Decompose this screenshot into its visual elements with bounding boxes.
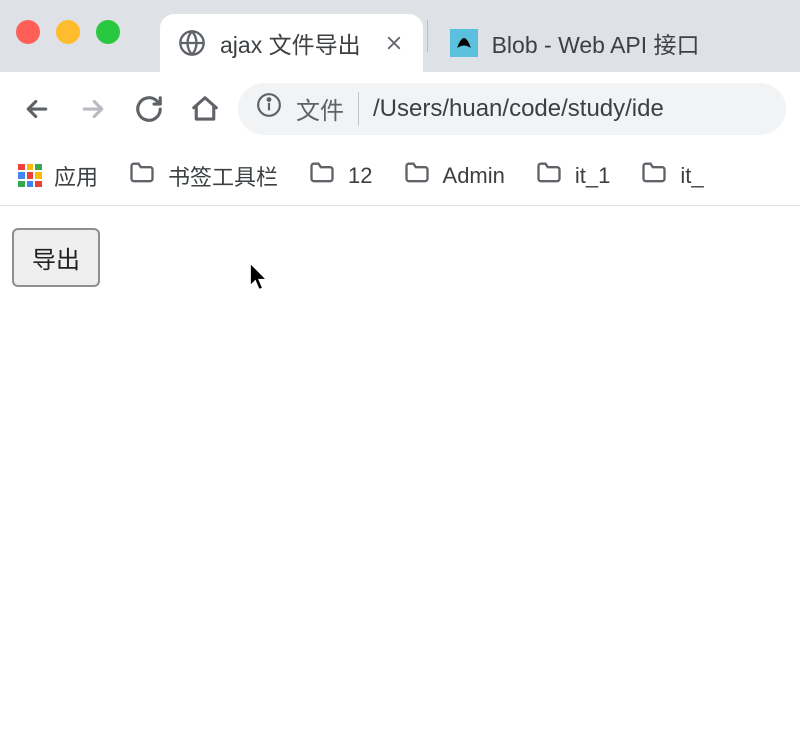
bookmark-label: it_ <box>680 163 703 189</box>
bookmark-folder[interactable]: it_ <box>640 159 703 193</box>
forward-button[interactable] <box>70 86 116 132</box>
page-content: 导出 <box>0 206 800 748</box>
tab-separator <box>427 20 428 52</box>
close-window-button[interactable] <box>16 20 40 44</box>
bookmark-label: it_1 <box>575 163 610 189</box>
reload-button[interactable] <box>126 86 172 132</box>
bookmark-folder[interactable]: Admin <box>403 159 505 193</box>
cursor-icon <box>248 262 270 297</box>
address-divider <box>358 92 359 126</box>
maximize-window-button[interactable] <box>96 20 120 44</box>
bookmark-folder[interactable]: 12 <box>308 159 372 193</box>
toolbar: 文件 /Users/huan/code/study/ide <box>0 72 800 146</box>
tab-active[interactable]: ajax 文件导出 <box>160 14 423 72</box>
tab-title: ajax 文件导出 <box>220 26 361 60</box>
apps-label: 应用 <box>54 160 98 192</box>
back-button[interactable] <box>14 86 60 132</box>
folder-icon <box>640 159 668 193</box>
folder-icon <box>308 159 336 193</box>
globe-icon <box>178 29 206 57</box>
bookmarks-bar: 应用 书签工具栏 12 Admin it_1 it_ <box>0 146 800 206</box>
bookmark-label: 书签工具栏 <box>168 160 278 192</box>
minimize-window-button[interactable] <box>56 20 80 44</box>
address-bar[interactable]: 文件 /Users/huan/code/study/ide <box>238 83 786 135</box>
folder-icon <box>128 159 156 193</box>
tab-background[interactable]: Blob - Web API 接口 <box>432 14 718 72</box>
info-icon[interactable] <box>256 92 282 125</box>
bookmark-folder[interactable]: it_1 <box>535 159 610 193</box>
export-button[interactable]: 导出 <box>12 228 100 287</box>
tab-strip: ajax 文件导出 Blob - Web API 接口 <box>0 0 800 72</box>
mdn-icon <box>450 29 478 57</box>
bookmark-label: Admin <box>443 163 505 189</box>
bookmark-label: 12 <box>348 163 372 189</box>
address-path: /Users/huan/code/study/ide <box>373 95 664 123</box>
address-kind-label: 文件 <box>296 91 344 126</box>
window-controls <box>16 20 120 44</box>
apps-icon <box>18 164 42 188</box>
folder-icon <box>403 159 431 193</box>
home-button[interactable] <box>182 86 228 132</box>
apps-shortcut[interactable]: 应用 <box>18 160 98 192</box>
tab-title: Blob - Web API 接口 <box>492 26 700 60</box>
bookmark-folder[interactable]: 书签工具栏 <box>128 159 278 193</box>
folder-icon <box>535 159 563 193</box>
close-tab-button[interactable] <box>383 32 405 54</box>
